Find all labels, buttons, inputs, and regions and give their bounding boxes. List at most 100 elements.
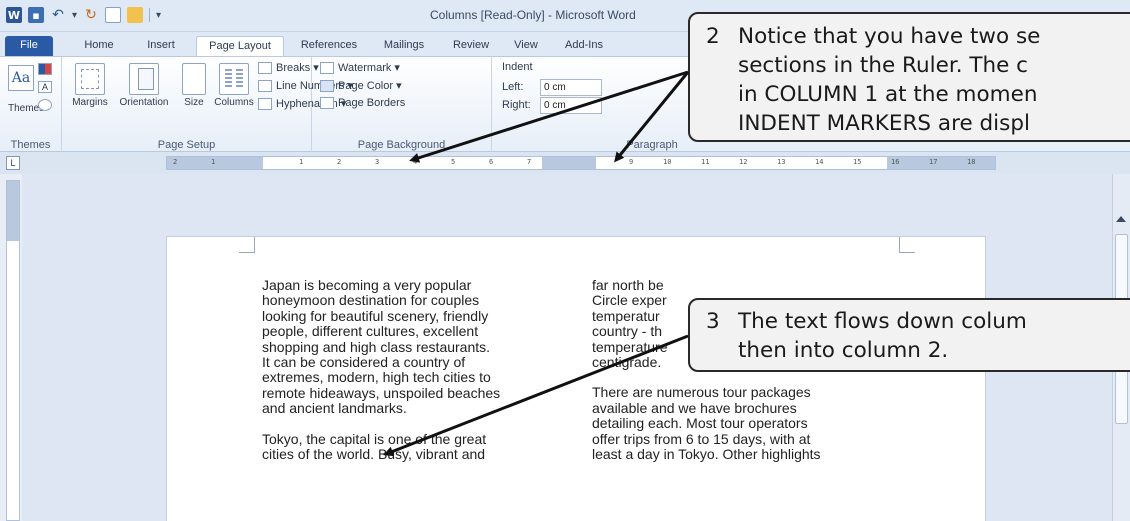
ruler-tick: 1 — [211, 158, 216, 166]
word-app-icon[interactable]: W — [6, 7, 22, 23]
watermark-label: Watermark ▾ — [338, 62, 400, 74]
themes-group-label: Themes — [10, 139, 51, 151]
ruler-tick: 3 — [375, 158, 380, 166]
callout-number: 2 — [706, 24, 720, 49]
callout-line: The text flows down colum — [738, 309, 1027, 334]
tab-selector-button[interactable]: L — [6, 156, 20, 170]
ruler-tick: 15 — [853, 158, 862, 166]
crop-mark — [899, 237, 915, 253]
tab-mailings[interactable]: Mailings — [372, 36, 436, 56]
open-folder-icon[interactable] — [127, 7, 144, 23]
toolbar-divider — [149, 8, 151, 22]
tab-home[interactable]: Home — [74, 36, 124, 56]
ruler-tick: 11 — [701, 158, 710, 166]
vertical-ruler[interactable] — [6, 180, 20, 521]
text-line: shopping and high class restaurants. — [262, 338, 491, 355]
save-icon[interactable]: ▪ — [28, 7, 44, 23]
margins-icon — [75, 63, 105, 95]
ruler-column-gap — [542, 157, 596, 169]
theme-fonts-icon[interactable]: A — [38, 81, 52, 93]
page-borders-icon — [320, 97, 334, 109]
indent-right-label: Right: — [502, 99, 531, 111]
text-line: remote hideaways, unspoiled beaches — [262, 384, 501, 401]
undo-dropdown-icon[interactable]: ▾ — [72, 10, 77, 21]
tab-add-ins[interactable]: Add-Ins — [556, 36, 612, 56]
orientation-button[interactable]: Orientation — [114, 63, 174, 108]
window-title: Columns [Read-Only] - Microsoft Word — [430, 8, 636, 22]
columns-icon — [219, 63, 249, 95]
indent-left-input[interactable]: 0 cm — [540, 79, 602, 96]
callout-line: sections in the Ruler. The c — [738, 53, 1028, 78]
callout-step-3: 3 The text flows down colum then into co… — [688, 298, 1130, 372]
quick-access-toolbar: W ▪ ↶ ▾ ↻ ▾ — [6, 7, 161, 23]
tab-review[interactable]: Review — [444, 36, 498, 56]
page-color-label: Page Color ▾ — [338, 80, 402, 92]
text-line: Circle exper — [592, 292, 667, 309]
tab-references[interactable]: References — [292, 36, 366, 56]
text-line: extremes, modern, high tech cities to — [262, 369, 491, 386]
watermark-button[interactable]: Watermark ▾ — [320, 61, 400, 74]
horizontal-ruler[interactable]: 2 1 1 2 3 4 5 6 7 9 10 11 12 13 14 15 16… — [166, 156, 996, 170]
page-setup-group-label: Page Setup — [157, 139, 216, 151]
ruler-tick: 6 — [489, 158, 494, 166]
text-line: Tokyo, the capital is one of the great — [262, 430, 487, 447]
tab-file[interactable]: File — [5, 36, 53, 56]
theme-colors-icon[interactable] — [38, 63, 52, 75]
ruler-tick: 9 — [629, 158, 634, 166]
paragraph: Tokyo, the capital is one of the great ci… — [262, 430, 500, 463]
columns-button[interactable]: Columns — [212, 63, 256, 108]
ruler-tick: 4 — [413, 158, 418, 166]
breaks-button[interactable]: Breaks ▾ — [258, 61, 319, 74]
theme-effects-icon[interactable] — [38, 99, 52, 111]
undo-icon[interactable]: ↶ — [50, 7, 66, 23]
orientation-icon — [129, 63, 159, 95]
scroll-up-icon[interactable] — [1116, 216, 1126, 222]
column-1-text[interactable]: Japan is becoming a very popular honeymoo… — [262, 277, 501, 477]
ruler-tick: 5 — [451, 158, 456, 166]
ruler-tick: 7 — [527, 158, 532, 166]
callout-step-2: 2 Notice that you have two se sections i… — [688, 12, 1130, 142]
page-background-group-label: Page Background — [357, 139, 446, 151]
text-line: Japan is becoming a very popular — [262, 277, 472, 293]
text-line: and ancient landmarks. — [262, 400, 407, 417]
document-page[interactable]: Japan is becoming a very popular honeymoo… — [166, 236, 986, 521]
ruler-tick: 10 — [663, 158, 672, 166]
text-line: detailing each. Most tour operators — [592, 415, 808, 432]
word-window: W ▪ ↶ ▾ ↻ ▾ Columns [Read-Only] - Micros… — [0, 0, 1130, 521]
callout-line: then into column 2. — [738, 338, 949, 363]
text-line: cities of the world. Busy, vibrant and — [262, 446, 486, 463]
ruler-tick: 2 — [173, 158, 178, 166]
customize-toolbar-icon[interactable]: ▾ — [156, 10, 161, 21]
ruler-right-margin — [887, 157, 995, 169]
ruler-tick: 16 — [891, 158, 900, 166]
paragraph: There are numerous tour packages availabl… — [592, 385, 821, 462]
text-line: It can be considered a country of — [262, 354, 466, 371]
text-line: centigrade. — [592, 354, 662, 371]
page-borders-button[interactable]: Page Borders — [320, 97, 405, 109]
hyphenation-icon — [258, 97, 272, 110]
page-background-group: Watermark ▾ Page Color ▾ Page Borders Pa… — [312, 57, 492, 153]
tab-insert[interactable]: Insert — [136, 36, 186, 56]
size-button[interactable]: Size — [176, 63, 212, 108]
tab-view[interactable]: View — [506, 36, 546, 56]
vertical-ruler-margin — [7, 181, 19, 241]
redo-icon[interactable]: ↻ — [83, 7, 99, 23]
breaks-icon — [258, 61, 272, 74]
margins-button[interactable]: Margins — [68, 63, 112, 108]
page-setup-group: Margins Orientation Size Columns Breaks … — [62, 57, 353, 153]
callout-number: 3 — [706, 309, 720, 334]
ruler-bar: L 2 1 1 2 3 4 5 6 7 9 10 11 12 13 14 15 … — [0, 152, 1130, 174]
text-line: offer trips from 6 to 15 days, with at — [592, 430, 811, 447]
text-line: There are numerous tour packages — [592, 384, 811, 401]
size-label: Size — [184, 97, 204, 108]
tab-page-layout[interactable]: Page Layout — [196, 36, 284, 56]
indent-right-input[interactable]: 0 cm — [540, 97, 602, 114]
text-line: country - th — [592, 323, 663, 340]
ruler-tick: 14 — [815, 158, 824, 166]
new-document-icon[interactable] — [105, 7, 122, 23]
indent-left-label: Left: — [502, 81, 524, 93]
page-color-button[interactable]: Page Color ▾ — [320, 79, 402, 92]
themes-icon[interactable]: Aa — [8, 65, 34, 91]
watermark-icon — [320, 61, 334, 74]
paragraph: Japan is becoming a very popular honeymoo… — [262, 277, 501, 417]
